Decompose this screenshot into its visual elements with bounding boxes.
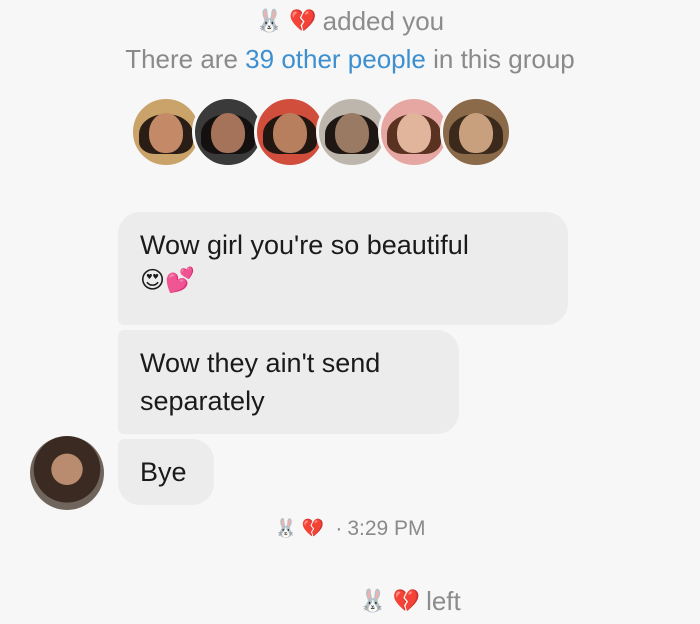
bunny-emoji-icon: 🐰 (255, 8, 284, 34)
group-members-avatar-row[interactable] (130, 96, 512, 168)
seen-receipt: 🐰 💔 · 3:29 PM (0, 517, 700, 541)
group-info: There are 39 other people in this group (0, 44, 700, 75)
broken-heart-emoji-icon: 💔 (301, 518, 325, 539)
added-you-notice: 🐰 💔 added you (0, 6, 700, 37)
heart-eyes-hearts-emoji-icon: 😍💕 (140, 266, 195, 294)
message-bubble[interactable]: Wow they ain't send separately (118, 330, 459, 434)
bunny-emoji-icon: 🐰 (274, 518, 297, 539)
member-avatar-6[interactable] (440, 96, 512, 168)
broken-heart-emoji-icon: 💔 (392, 588, 421, 614)
message-bubble[interactable]: Bye (118, 439, 214, 505)
seen-separator: · (335, 517, 343, 540)
sender-avatar[interactable] (30, 436, 104, 510)
group-info-suffix: in this group (433, 44, 575, 74)
message-bubble[interactable]: Wow girl you're so beautiful 😍💕 (118, 212, 568, 325)
message-text: Wow they ain't send separately (140, 348, 381, 416)
added-you-text: added you (322, 6, 445, 36)
message-text: Wow girl you're so beautiful (140, 230, 469, 260)
left-group-notice: 🐰 💔 left (0, 586, 700, 617)
other-people-link[interactable]: 39 other people (245, 44, 426, 74)
group-info-prefix: There are (125, 44, 238, 74)
bunny-emoji-icon: 🐰 (359, 588, 387, 614)
left-text: left (426, 586, 461, 616)
message-text: Bye (140, 457, 187, 487)
seen-time: 3:29 PM (347, 517, 426, 540)
broken-heart-emoji-icon: 💔 (289, 8, 317, 34)
